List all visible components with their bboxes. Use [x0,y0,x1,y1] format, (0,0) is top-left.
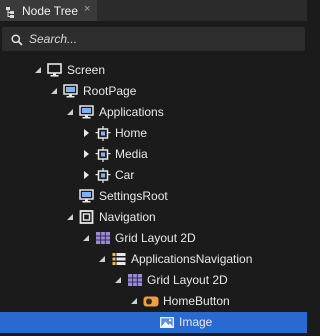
tree-row[interactable]: Applications [0,102,307,123]
collapse-arrow-icon[interactable] [34,66,44,76]
tree-node-label: RootPage [83,84,137,98]
page-icon [63,84,79,99]
tree-row[interactable]: SettingsRoot [0,186,307,207]
tree-row[interactable]: Car [0,165,307,186]
tree-row[interactable]: Grid Layout 2D [0,228,307,249]
component-icon [95,147,111,162]
grid-layout-icon [95,231,111,246]
tree-node-label: Car [115,168,135,182]
tree-row[interactable]: RootPage [0,81,307,102]
tree-row[interactable]: Media [0,144,307,165]
collapse-arrow-icon[interactable] [98,255,108,265]
expand-arrow-icon[interactable] [82,171,92,181]
node-icon [79,210,95,225]
tree-node-label: Grid Layout 2D [147,273,228,287]
component-icon [95,126,111,141]
list-icon [111,252,127,267]
tree-row[interactable]: Grid Layout 2D [0,270,307,291]
button-icon [143,294,159,309]
collapse-arrow-icon[interactable] [50,87,60,97]
tree-row[interactable]: Home [0,123,307,144]
collapse-arrow-icon[interactable] [82,234,92,244]
page-icon [79,189,95,204]
screen-icon [47,63,63,78]
expand-arrow-icon[interactable] [82,129,92,139]
grid-layout-icon [127,273,143,288]
tree-row[interactable]: Image [0,312,307,333]
image-icon [159,315,175,330]
page-icon [79,105,95,120]
panel-header: Node Tree × [0,0,307,21]
search-icon [11,33,23,51]
tree-node-label: Grid Layout 2D [115,231,196,245]
node-tree-icon [6,5,18,23]
tree-node-label: Screen [67,63,106,77]
collapse-arrow-icon[interactable] [66,108,76,118]
tree-row[interactable]: HomeButton [0,291,307,312]
tree-node-label: HomeButton [163,294,230,308]
collapse-arrow-icon[interactable] [114,276,124,286]
collapse-arrow-icon[interactable] [130,297,140,307]
search-input[interactable] [29,30,299,48]
tree-node-label: Home [115,126,148,140]
tab-node-tree[interactable]: Node Tree × [0,0,97,21]
expand-arrow-icon[interactable] [82,150,92,160]
tree-node-label: Image [179,315,213,329]
tree-node-label: SettingsRoot [99,189,168,203]
tree-row[interactable]: ApplicationsNavigation [0,249,307,270]
tree-row[interactable]: Screen [0,60,307,81]
tree-node-label: Applications [99,105,164,119]
tree-row[interactable]: Navigation [0,207,307,228]
node-tree-panel: Node Tree × Screen RootPage Applications Ho… [0,0,307,336]
tree-node-label: ApplicationsNavigation [131,252,253,266]
component-icon [95,168,111,183]
tree-node-label: Media [115,147,148,161]
search-bar [2,27,305,51]
tab-close-button[interactable]: × [84,3,90,15]
tab-title: Node Tree [22,4,79,18]
tree-node-label: Navigation [99,210,156,224]
collapse-arrow-icon[interactable] [66,213,76,223]
